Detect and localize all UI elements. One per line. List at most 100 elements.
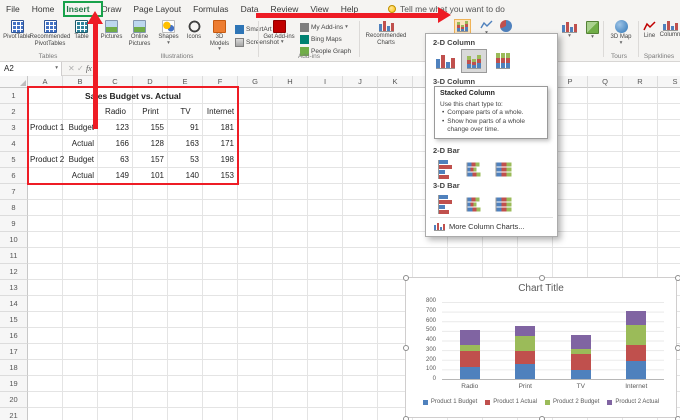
legend-item[interactable]: Product 1 Budget	[423, 399, 477, 405]
select-all-corner[interactable]	[0, 76, 28, 88]
name-box[interactable]: A2 ▾	[0, 62, 62, 76]
column-header-J[interactable]: J	[343, 76, 378, 88]
row-header-17[interactable]: 17	[0, 344, 28, 360]
row-header-9[interactable]: 9	[0, 216, 28, 232]
dropdown-section-label: 2-D Column	[433, 38, 475, 47]
sparkline-line-icon	[643, 20, 656, 32]
3d-map-button[interactable]: 3D Map ▾	[606, 20, 636, 46]
chart[interactable]: Chart Title 0100200300400500600700800Rad…	[405, 277, 677, 418]
stacked-100-column-icon[interactable]	[490, 49, 516, 73]
row-header-2[interactable]: 2	[0, 104, 28, 120]
row-header-19[interactable]: 19	[0, 376, 28, 392]
tab-home[interactable]: Home	[26, 0, 61, 18]
bar-internet[interactable]	[626, 311, 646, 380]
chart-resize-handle[interactable]	[539, 416, 545, 420]
icons-button[interactable]: Icons	[183, 20, 205, 41]
chart-resize-handle[interactable]	[675, 416, 680, 420]
chart-resize-handle[interactable]	[403, 416, 409, 420]
y-tick-label: 0	[406, 376, 436, 382]
clustered-column-icon[interactable]	[434, 223, 445, 231]
row-header-15[interactable]: 15	[0, 312, 28, 328]
row-header-5[interactable]: 5	[0, 152, 28, 168]
clustered-column-icon[interactable]	[663, 20, 678, 31]
row-header-16[interactable]: 16	[0, 328, 28, 344]
tooltip-title: Stacked Column	[440, 90, 542, 99]
row-header-18[interactable]: 18	[0, 360, 28, 376]
tab-formulas[interactable]: Formulas	[187, 0, 234, 18]
column-header-P[interactable]: P	[553, 76, 588, 88]
chart-resize-handle[interactable]	[403, 345, 409, 351]
recommended-pivottables-button[interactable]: Recommended PivotTables	[33, 20, 67, 47]
cancel-icon[interactable]: ✕	[68, 62, 75, 76]
chart-resize-handle[interactable]	[403, 275, 409, 281]
chart-resize-handle[interactable]	[675, 345, 680, 351]
legend-item[interactable]: Product 2 Budget	[545, 399, 599, 405]
clustered-bar-icon[interactable]	[432, 157, 458, 181]
recommended-charts-button[interactable]: Recommended Charts	[362, 20, 410, 46]
row-header-20[interactable]: 20	[0, 392, 28, 408]
recommended-pivottables-label: Recommended PivotTables	[30, 34, 71, 47]
tab-page-layout[interactable]: Page Layout	[127, 0, 187, 18]
insert-function-icon[interactable]: fx	[86, 62, 92, 76]
bar-radio[interactable]	[460, 330, 480, 379]
row-header-21[interactable]: 21	[0, 408, 28, 420]
enter-icon[interactable]: ✓	[77, 62, 84, 76]
stacked-bar-3d-icon[interactable]	[461, 192, 487, 216]
tab-file[interactable]: File	[0, 0, 26, 18]
clustered-column-icon[interactable]	[379, 20, 394, 32]
row-header-14[interactable]: 14	[0, 296, 28, 312]
legend-item[interactable]: Product 2 Actual	[607, 399, 659, 405]
stacked-column-icon[interactable]	[457, 21, 468, 32]
dropdown-separator	[430, 217, 553, 218]
clustered-column-icon[interactable]	[432, 49, 458, 73]
online-pictures-button[interactable]: Online Pictures	[125, 20, 154, 47]
column-header-I[interactable]: I	[308, 76, 343, 88]
sparkline-column-button[interactable]: Column	[660, 20, 680, 39]
bar-print[interactable]	[515, 326, 535, 379]
column-header-G[interactable]: G	[238, 76, 273, 88]
legend-swatch	[485, 400, 490, 405]
column-header-S[interactable]: S	[658, 76, 680, 88]
chart-legend[interactable]: Product 1 Budget Product 1 Actual Product …	[406, 399, 676, 405]
row-header-12[interactable]: 12	[0, 264, 28, 280]
chart-resize-handle[interactable]	[675, 275, 680, 281]
chart-resize-handle[interactable]	[539, 275, 545, 281]
shapes-button[interactable]: Shapes ▾	[156, 20, 181, 46]
stacked-bar-icon[interactable]	[461, 157, 487, 181]
column-header-R[interactable]: R	[623, 76, 658, 88]
formula-input[interactable]	[96, 62, 680, 76]
bing-maps-button[interactable]: Bing Maps	[300, 35, 342, 44]
row-header-11[interactable]: 11	[0, 248, 28, 264]
stacked-column-icon[interactable]	[461, 49, 487, 73]
pivottable-button[interactable]: PivotTable	[2, 20, 32, 41]
row-header-6[interactable]: 6	[0, 168, 28, 184]
pivotchart-button[interactable]: ▾	[560, 20, 579, 40]
my-addins-button[interactable]: My Add-ins ▾	[300, 23, 348, 32]
stacked-100-bar-icon[interactable]	[490, 157, 516, 181]
column-header-Q[interactable]: Q	[588, 76, 623, 88]
bar-tv[interactable]	[571, 335, 591, 379]
row-header-10[interactable]: 10	[0, 232, 28, 248]
row-header-13[interactable]: 13	[0, 280, 28, 296]
maps-button[interactable]: ▾	[584, 20, 601, 41]
row-header-1[interactable]: 1	[0, 88, 28, 104]
sparkline-line-button[interactable]: Line	[640, 20, 659, 40]
chart-title[interactable]: Chart Title	[406, 283, 676, 294]
clustered-column-icon[interactable]	[562, 21, 577, 33]
row-header-7[interactable]: 7	[0, 184, 28, 200]
column-header-H[interactable]: H	[273, 76, 308, 88]
more-column-charts-item[interactable]: More Column Charts...	[434, 222, 524, 231]
get-addins-button[interactable]: Get Add-ins	[262, 20, 296, 41]
row-header-3[interactable]: 3	[0, 120, 28, 136]
3d-models-button[interactable]: 3D Models ▾	[206, 20, 233, 52]
clustered-bar-3d-icon[interactable]	[432, 192, 458, 216]
row-header-4[interactable]: 4	[0, 136, 28, 152]
legend-item[interactable]: Product 1 Actual	[485, 399, 537, 405]
pie-chart-icon	[500, 20, 512, 32]
arrow-right-annotation-head	[438, 7, 451, 23]
chevron-down-icon: ▾	[167, 41, 170, 46]
chart-plot[interactable]	[442, 302, 664, 380]
column-header-K[interactable]: K	[378, 76, 413, 88]
row-header-8[interactable]: 8	[0, 200, 28, 216]
stacked-100-bar-3d-icon[interactable]	[490, 192, 516, 216]
